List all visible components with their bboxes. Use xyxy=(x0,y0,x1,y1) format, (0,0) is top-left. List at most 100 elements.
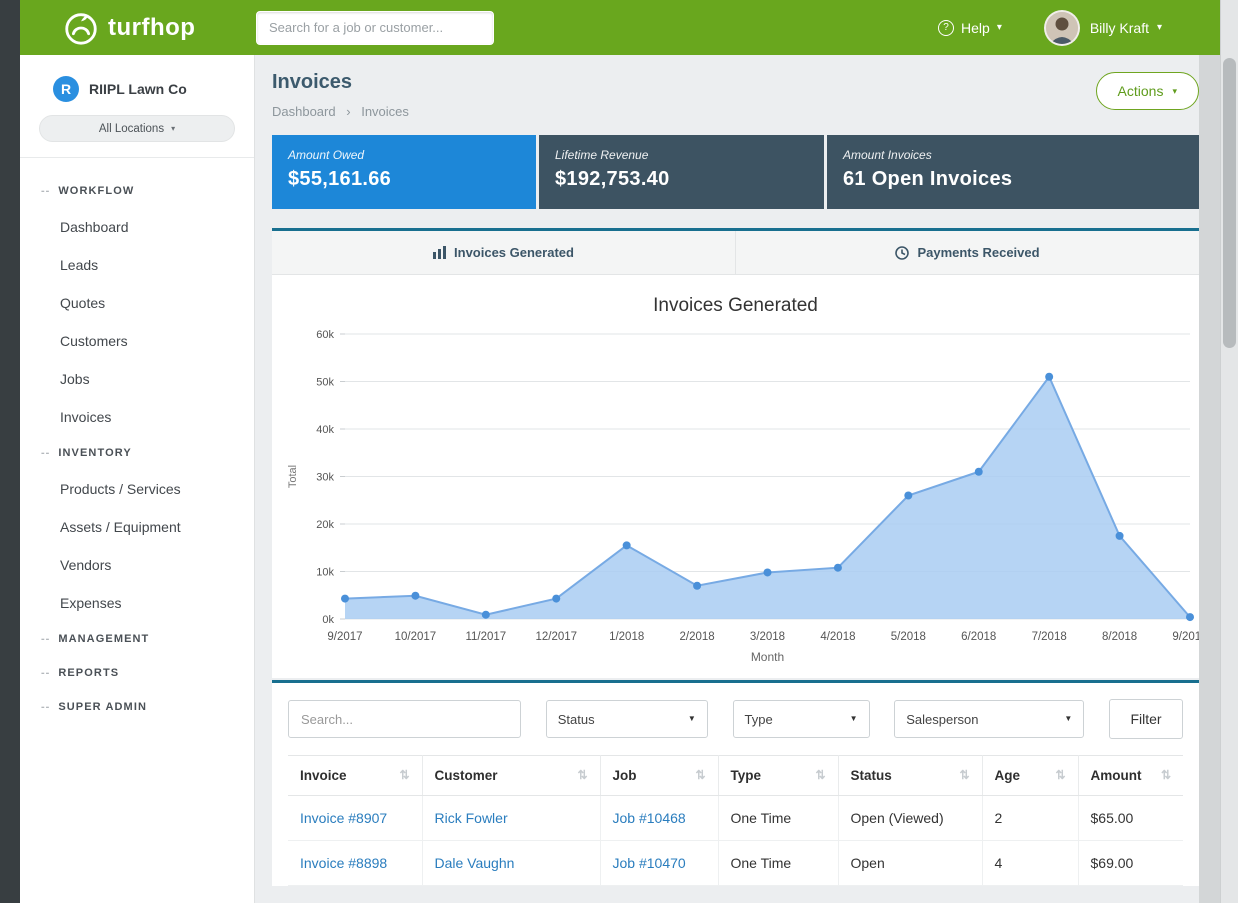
table-search-input[interactable] xyxy=(288,700,521,738)
svg-text:Total: Total xyxy=(287,465,299,488)
top-navbar: turfhop ? Help ▾ Billy Kraft ▾ xyxy=(20,0,1220,55)
nav-section-workflow: -- WORKFLOW xyxy=(20,174,254,208)
sidebar-item-assets-equipment[interactable]: Assets / Equipment xyxy=(20,508,254,546)
company-logo-icon: R xyxy=(53,76,79,102)
help-menu[interactable]: ? Help ▾ xyxy=(938,20,1002,36)
svg-text:60k: 60k xyxy=(316,329,334,341)
breadcrumb-dashboard[interactable]: Dashboard xyxy=(272,104,336,119)
caret-down-icon: ▼ xyxy=(850,715,858,723)
type-select[interactable]: Type ▼ xyxy=(733,700,870,738)
sidebar-item-customers[interactable]: Customers xyxy=(20,322,254,360)
user-avatar[interactable] xyxy=(1044,10,1080,46)
chevron-down-icon: ▾ xyxy=(171,125,175,133)
customer-link[interactable]: Rick Fowler xyxy=(435,810,508,826)
sort-icon[interactable]: ⇅ xyxy=(577,768,587,782)
window-edge xyxy=(0,0,20,903)
bar-chart-icon xyxy=(433,246,446,259)
tab-label: Invoices Generated xyxy=(454,245,574,260)
svg-text:Month: Month xyxy=(751,650,784,664)
svg-text:30k: 30k xyxy=(316,472,334,484)
sort-icon[interactable]: ⇅ xyxy=(695,768,705,782)
svg-text:10k: 10k xyxy=(316,567,334,579)
breadcrumb-invoices: Invoices xyxy=(361,104,409,119)
locations-dropdown[interactable]: All Locations ▾ xyxy=(39,115,235,142)
sort-icon[interactable]: ⇅ xyxy=(815,768,825,782)
col-header-job[interactable]: ⇅Job xyxy=(600,756,718,796)
col-header-type[interactable]: ⇅Type xyxy=(718,756,838,796)
svg-text:5/2018: 5/2018 xyxy=(891,631,926,643)
sort-icon[interactable]: ⇅ xyxy=(1055,768,1065,782)
sidebar-item-expenses[interactable]: Expenses xyxy=(20,584,254,622)
actions-button[interactable]: Actions ▾ xyxy=(1096,72,1199,110)
table-row: Invoice #8898 Dale Vaughn Job #10470 One… xyxy=(288,841,1183,886)
nav-section-management[interactable]: -- MANAGEMENT xyxy=(20,622,254,656)
help-icon: ? xyxy=(938,20,954,36)
nav-section-label: MANAGEMENT xyxy=(58,633,149,645)
col-header-customer[interactable]: ⇅Customer xyxy=(422,756,600,796)
sort-icon[interactable]: ⇅ xyxy=(959,768,969,782)
col-header-amount[interactable]: ⇅Amount xyxy=(1078,756,1183,796)
scrollbar[interactable] xyxy=(1220,0,1238,903)
caret-down-icon: ▾ xyxy=(997,23,1002,33)
svg-text:7/2018: 7/2018 xyxy=(1032,631,1067,643)
chart-body: Invoices Generated 0k10k20k30k40k50k60k9… xyxy=(272,275,1199,678)
locations-label: All Locations xyxy=(99,123,164,135)
invoices-table: ⇅Invoice ⇅Customer ⇅Job ⇅Type ⇅Status ⇅A… xyxy=(288,755,1183,886)
status-select[interactable]: Status ▼ xyxy=(546,700,708,738)
sidebar-item-leads[interactable]: Leads xyxy=(20,246,254,284)
customer-link[interactable]: Dale Vaughn xyxy=(435,855,515,871)
tab-payments-received[interactable]: Payments Received xyxy=(735,231,1199,274)
salesperson-select-value: Salesperson xyxy=(906,712,978,727)
stat-cards: Amount Owed $55,161.66 Lifetime Revenue … xyxy=(272,135,1199,209)
main-content: Invoices Dashboard › Invoices Actions ▾ … xyxy=(255,55,1199,903)
nav-section-inventory: -- INVENTORY xyxy=(20,436,254,470)
invoices-table-panel: Status ▼ Type ▼ Salesperson ▼ Filter xyxy=(272,680,1199,886)
col-header-age[interactable]: ⇅Age xyxy=(982,756,1078,796)
nav-section-label: WORKFLOW xyxy=(58,185,134,197)
company-name: RIIPL Lawn Co xyxy=(89,81,187,97)
section-dash-icon: -- xyxy=(41,633,50,645)
svg-text:11/2017: 11/2017 xyxy=(465,631,506,643)
turfhop-logo-icon xyxy=(62,9,100,47)
nav-section-super-admin[interactable]: -- SUPER ADMIN xyxy=(20,690,254,724)
job-link[interactable]: Job #10468 xyxy=(613,810,686,826)
sort-icon[interactable]: ⇅ xyxy=(1161,768,1171,782)
caret-down-icon: ▾ xyxy=(1157,23,1162,33)
global-search-input[interactable] xyxy=(256,11,494,45)
section-dash-icon: -- xyxy=(41,185,50,197)
sidebar-item-quotes[interactable]: Quotes xyxy=(20,284,254,322)
nav-section-reports[interactable]: -- REPORTS xyxy=(20,656,254,690)
svg-text:12/2017: 12/2017 xyxy=(535,631,577,643)
sidebar-item-vendors[interactable]: Vendors xyxy=(20,546,254,584)
tab-invoices-generated[interactable]: Invoices Generated xyxy=(272,231,735,274)
col-header-status[interactable]: ⇅Status xyxy=(838,756,982,796)
sidebar-item-jobs[interactable]: Jobs xyxy=(20,360,254,398)
salesperson-select[interactable]: Salesperson ▼ xyxy=(894,700,1084,738)
sidebar-item-products-services[interactable]: Products / Services xyxy=(20,470,254,508)
logo[interactable]: turfhop xyxy=(20,9,256,47)
invoice-link[interactable]: Invoice #8898 xyxy=(300,855,387,871)
svg-text:8/2018: 8/2018 xyxy=(1102,631,1137,643)
scrollbar-thumb[interactable] xyxy=(1223,58,1236,348)
topbar-right: ? Help ▾ Billy Kraft ▾ xyxy=(938,10,1220,46)
svg-text:0k: 0k xyxy=(322,614,334,626)
filter-button[interactable]: Filter xyxy=(1109,699,1183,739)
chart-title: Invoices Generated xyxy=(272,295,1199,317)
invoice-link[interactable]: Invoice #8907 xyxy=(300,810,387,826)
sidebar-item-dashboard[interactable]: Dashboard xyxy=(20,208,254,246)
sidebar-item-invoices[interactable]: Invoices xyxy=(20,398,254,436)
company-switcher[interactable]: R RIIPL Lawn Co xyxy=(20,55,254,102)
user-menu[interactable]: Billy Kraft ▾ xyxy=(1090,20,1162,36)
stat-value: $192,753.40 xyxy=(555,168,808,191)
nav-section-label: INVENTORY xyxy=(58,447,131,459)
sort-icon[interactable]: ⇅ xyxy=(399,768,409,782)
section-dash-icon: -- xyxy=(41,701,50,713)
svg-text:2/2018: 2/2018 xyxy=(679,631,714,643)
job-link[interactable]: Job #10470 xyxy=(613,855,686,871)
page-title: Invoices xyxy=(272,71,409,94)
col-header-invoice[interactable]: ⇅Invoice xyxy=(288,756,422,796)
breadcrumb: Dashboard › Invoices xyxy=(272,104,409,119)
stat-lifetime-revenue: Lifetime Revenue $192,753.40 xyxy=(539,135,824,209)
filter-bar: Status ▼ Type ▼ Salesperson ▼ Filter xyxy=(288,699,1183,755)
page-gutter xyxy=(1199,55,1220,903)
